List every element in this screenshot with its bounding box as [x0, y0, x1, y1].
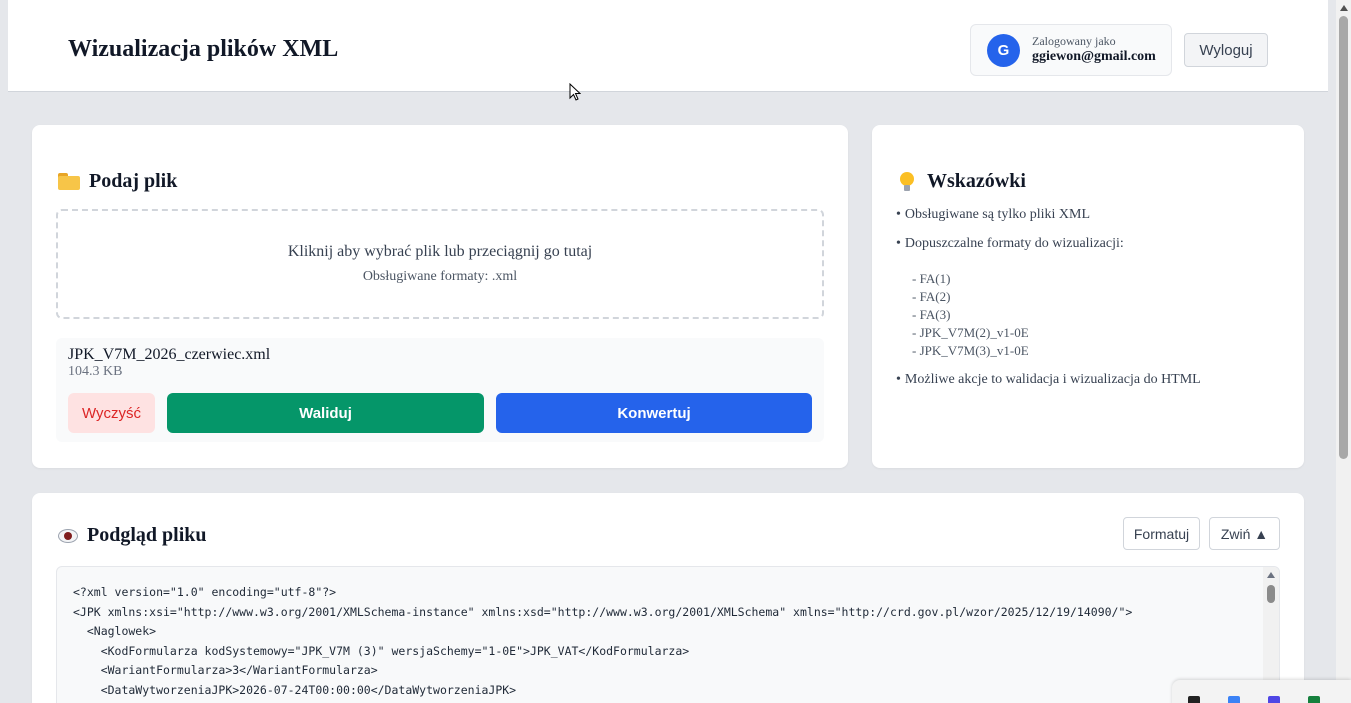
- upload-card: Podaj plik Kliknij aby wybrać plik lub p…: [32, 125, 848, 468]
- scroll-up-icon[interactable]: [1267, 572, 1275, 578]
- eye-icon: [58, 528, 78, 544]
- scroll-thumb[interactable]: [1267, 585, 1275, 603]
- code-line: <Naglowek>: [73, 624, 157, 638]
- tip-item: Obsługiwane są tylko pliki XML: [896, 207, 1090, 223]
- dropzone-formats: Obsługiwane formaty: .xml: [362, 269, 518, 284]
- xml-preview[interactable]: <?xml version="1.0" encoding="utf-8"?> <…: [56, 566, 1280, 703]
- format-item: JPK_V7M(2)_v1-0E: [912, 325, 1029, 341]
- app-icon[interactable]: [1228, 696, 1240, 703]
- selected-file: JPK_V7M_2026_czerwiec.xml 104.3 KB Wyczy…: [56, 338, 824, 442]
- clear-button[interactable]: Wyczyść: [68, 393, 155, 433]
- logout-button[interactable]: Wyloguj: [1184, 33, 1268, 67]
- code-line: <DataWytworzeniaJPK>2026-07-24T00:00:00<…: [73, 682, 517, 697]
- preview-card-title: Podgląd pliku: [58, 524, 207, 547]
- user-email: ggiewon@gmail.com: [1032, 49, 1156, 64]
- app-icon[interactable]: [1188, 696, 1200, 703]
- mouse-cursor-icon: [569, 83, 581, 101]
- avatar: G: [987, 34, 1020, 67]
- file-size: 104.3 KB: [68, 364, 123, 379]
- format-item: JPK_V7M(3)_v1-0E: [912, 343, 1029, 359]
- preview-title: Podgląd pliku: [87, 524, 207, 546]
- page-title: Wizualizacja plików XML: [68, 36, 339, 62]
- scroll-up-icon[interactable]: [1340, 5, 1348, 11]
- code-line: <KodFormularza kodSystemowy="JPK_V7M (3)…: [73, 643, 690, 658]
- tips-card-title: Wskazówki: [898, 170, 1026, 193]
- dropzone-text: Kliknij aby wybrać plik lub przeciągnij …: [287, 243, 593, 260]
- collapse-button[interactable]: Zwiń ▲: [1209, 517, 1280, 550]
- folder-icon: [58, 173, 80, 190]
- lightbulb-icon: [900, 171, 914, 192]
- tips-title: Wskazówki: [927, 170, 1026, 192]
- format-item: FA(1): [912, 271, 951, 287]
- file-name: JPK_V7M_2026_czerwiec.xml: [68, 346, 271, 363]
- tip-item: Dopuszczalne formaty do wizualizacji:: [896, 236, 1124, 252]
- page-scrollbar[interactable]: [1336, 0, 1351, 703]
- upload-title: Podaj plik: [89, 170, 178, 192]
- convert-button[interactable]: Konwertuj: [496, 393, 812, 433]
- preview-card: Podgląd pliku Formatuj Zwiń ▲ <?xml vers…: [32, 493, 1304, 703]
- upload-card-title: Podaj plik: [58, 170, 177, 193]
- format-item: FA(2): [912, 289, 951, 305]
- user-caption: Zalogowany jako: [1032, 34, 1116, 48]
- top-bar: Wizualizacja plików XML G Zalogowany jak…: [8, 0, 1328, 92]
- page: Wizualizacja plików XML G Zalogowany jak…: [8, 0, 1328, 703]
- format-button[interactable]: Formatuj: [1123, 517, 1200, 550]
- app-icon[interactable]: [1268, 696, 1280, 703]
- user-info: G Zalogowany jako ggiewon@gmail.com: [970, 24, 1172, 76]
- tip-item: Możliwe akcje to walidacja i wizualizacj…: [896, 372, 1201, 388]
- taskbar-peek: [1172, 680, 1351, 703]
- code-line: <?xml version="1.0" encoding="utf-8"?>: [73, 585, 337, 599]
- tips-card: Wskazówki Obsługiwane są tylko pliki XML…: [872, 125, 1304, 468]
- validate-button[interactable]: Waliduj: [167, 393, 484, 433]
- code-line: <JPK xmlns:xsi="http://www.w3.org/2001/X…: [73, 604, 1133, 619]
- scroll-thumb[interactable]: [1339, 16, 1348, 459]
- app-icon[interactable]: [1308, 696, 1320, 703]
- file-dropzone[interactable]: Kliknij aby wybrać plik lub przeciągnij …: [56, 209, 824, 319]
- format-item: FA(3): [912, 307, 951, 323]
- code-line: <WariantFormularza>3</WariantFormularza>: [73, 663, 378, 677]
